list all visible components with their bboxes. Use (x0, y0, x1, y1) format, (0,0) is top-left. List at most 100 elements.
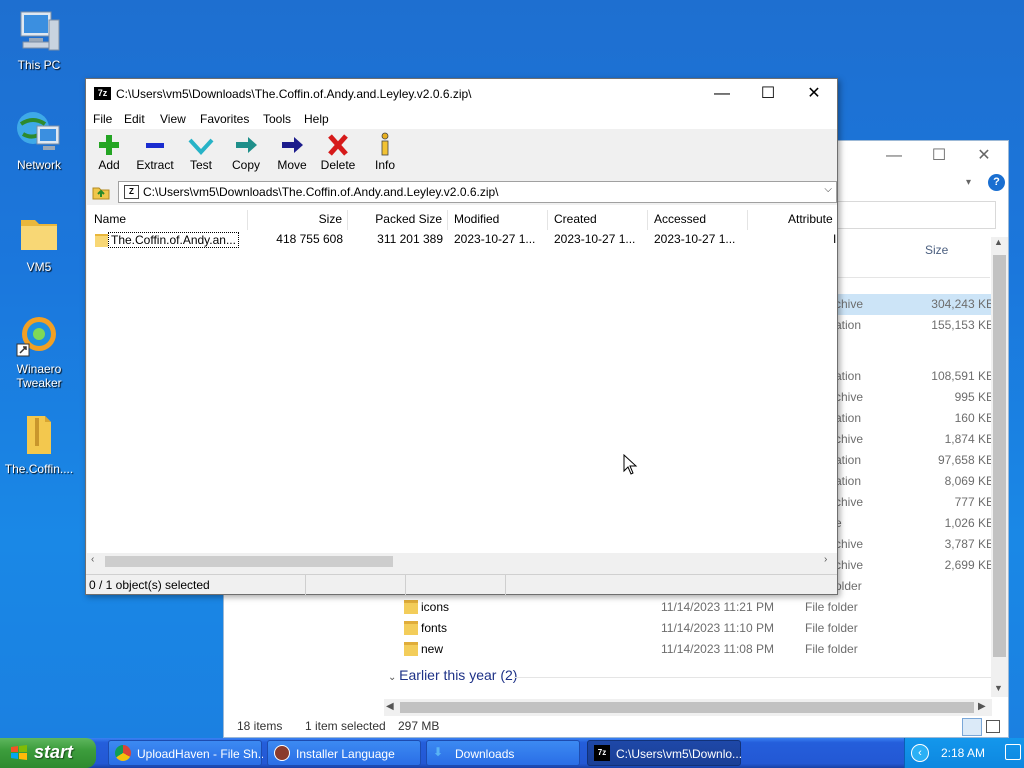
taskbar-button-uploadhaven[interactable]: UploadHaven - File Sh... (108, 740, 263, 766)
winaero-tweaker-icon (15, 312, 63, 360)
clock[interactable]: 2:18 AM (941, 746, 985, 760)
delete-button[interactable]: Delete (320, 132, 356, 172)
scroll-up-icon[interactable]: ▲ (994, 237, 1003, 247)
desktop-icon-winaero-tweaker[interactable]: Winaero Tweaker (0, 312, 78, 390)
add-button[interactable]: Add (94, 132, 124, 172)
large-icons-view-button[interactable] (986, 720, 1000, 733)
scroll-down-icon[interactable]: ▼ (994, 683, 1003, 693)
minimize-button[interactable]: — (699, 79, 745, 109)
extract-button[interactable]: Extract (134, 132, 176, 172)
row-attributes: I (833, 232, 837, 246)
close-button[interactable]: ✕ (969, 145, 999, 167)
status-segment: 0 / 1 object(s) selected (86, 575, 306, 595)
group-divider (514, 677, 994, 678)
group-header-earlier[interactable]: ⌄ Earlier this year (2) (388, 667, 517, 683)
item-size: 155,153 KB (931, 318, 994, 332)
file-list[interactable]: Name Size Packed Size Modified Created A… (87, 205, 837, 570)
item-size: 1,874 KB (944, 432, 994, 446)
folder-icon (95, 234, 108, 247)
desktop-icon-label: This PC (17, 58, 61, 72)
minimize-button[interactable]: — (879, 145, 909, 167)
folder-up-icon[interactable] (92, 184, 110, 200)
menu-favorites[interactable]: Favorites (200, 112, 249, 126)
taskbar-button-downloads[interactable]: ⬇ Downloads (426, 740, 580, 766)
show-hidden-icons-icon[interactable]: ‹ (911, 744, 929, 762)
row-size: 418 755 608 (276, 232, 343, 246)
explorer-vertical-scrollbar[interactable]: ▲ ▼ (991, 237, 1008, 697)
move-button[interactable]: Move (277, 132, 307, 172)
item-size: 8,069 KB (944, 474, 994, 488)
column-header-packed-size[interactable]: Packed Size (348, 210, 448, 230)
this-pc-icon (15, 8, 63, 56)
scroll-right-icon[interactable]: ▶ (978, 701, 986, 712)
column-header-created[interactable]: Created (548, 210, 648, 230)
column-header-accessed[interactable]: Accessed (648, 210, 748, 230)
column-header-size[interactable]: Size (925, 243, 948, 257)
folder-item[interactable]: icons 11/14/2023 11:21 PM File folder (402, 597, 1002, 618)
header-divider (835, 277, 990, 278)
scroll-thumb[interactable] (105, 556, 393, 567)
archive-icon: Z (124, 185, 139, 199)
status-segment (306, 575, 406, 595)
status-selection: 0 / 1 object(s) selected (89, 578, 210, 592)
scroll-thumb[interactable] (400, 702, 974, 713)
explorer-horizontal-scrollbar[interactable]: ◀ ▶ (384, 699, 992, 716)
menu-help[interactable]: Help (304, 112, 329, 126)
status-selected: 1 item selected (305, 719, 386, 733)
path-input[interactable]: Z C:\Users\vm5\Downloads\The.Coffin.of.A… (118, 181, 837, 203)
desktop-icon-this-pc[interactable]: This PC (0, 8, 78, 72)
scroll-right-icon[interactable]: › (824, 554, 827, 565)
copy-icon (231, 132, 261, 158)
status-segment (406, 575, 506, 595)
menu-view[interactable]: View (160, 112, 186, 126)
menu-file[interactable]: File (93, 112, 112, 126)
item-size: 2,699 KB (944, 558, 994, 572)
ribbon-expand-icon[interactable]: ▾ (966, 177, 971, 188)
menu-tools[interactable]: Tools (263, 112, 291, 126)
desktop-icon-label: Network (16, 158, 61, 172)
item-type: chive (835, 558, 864, 572)
7zip-icon: 7z (594, 745, 610, 761)
copy-button[interactable]: Copy (231, 132, 261, 172)
taskbar-button-installer-language[interactable]: Installer Language (267, 740, 421, 766)
start-button[interactable]: start (0, 738, 96, 768)
row-modified: 2023-10-27 1... (454, 232, 536, 246)
close-button[interactable]: ✕ (791, 79, 837, 109)
test-button[interactable]: Test (186, 132, 216, 172)
column-header-modified[interactable]: Modified (448, 210, 548, 230)
item-type: chive (835, 432, 864, 446)
scroll-thumb[interactable] (993, 255, 1006, 657)
horizontal-scrollbar[interactable]: ‹ › (87, 553, 837, 570)
column-header-size[interactable]: Size (248, 210, 348, 230)
scroll-left-icon[interactable]: ‹ (91, 554, 94, 565)
downloads-icon: ⬇ (433, 745, 444, 759)
chevron-down-icon[interactable]: ⌵ (824, 184, 832, 195)
details-view-button[interactable] (962, 718, 982, 736)
row-created: 2023-10-27 1... (554, 232, 636, 246)
taskbar-button-7zip[interactable]: 7z C:\Users\vm5\Downlo... (587, 740, 742, 766)
notification-icon[interactable] (1005, 744, 1021, 760)
folder-item[interactable]: new 11/14/2023 11:08 PM File folder (402, 639, 1002, 660)
menu-edit[interactable]: Edit (124, 112, 145, 126)
maximize-button[interactable]: ☐ (745, 79, 791, 109)
desktop-icon-label: VM5 (26, 260, 52, 274)
desktop-icon-vm5[interactable]: VM5 (0, 210, 78, 274)
column-header-attributes[interactable]: Attribute (748, 210, 837, 230)
column-header-name[interactable]: Name (87, 210, 248, 230)
folder-item[interactable]: fonts 11/14/2023 11:10 PM File folder (402, 618, 1002, 639)
7zip-title-bar[interactable]: 7z C:\Users\vm5\Downloads\The.Coffin.of.… (86, 79, 837, 109)
folder-icon (404, 642, 418, 656)
search-input[interactable] (824, 201, 996, 229)
info-button[interactable]: Info (370, 132, 400, 172)
chevron-down-icon: ⌄ (388, 672, 400, 683)
item-size: 995 KB (954, 390, 994, 404)
7zip-window[interactable]: 7z C:\Users\vm5\Downloads\The.Coffin.of.… (85, 78, 838, 595)
maximize-button[interactable]: ☐ (924, 145, 954, 167)
scroll-left-icon[interactable]: ◀ (386, 701, 394, 712)
help-icon[interactable]: ? (988, 174, 1005, 191)
row-name: The.Coffin.of.Andy.an... (108, 232, 239, 248)
desktop-icon-coffin-zip[interactable]: The.Coffin.... (0, 412, 78, 476)
item-type: chive (835, 537, 864, 551)
folder-date: 11/14/2023 11:10 PM (661, 621, 774, 635)
desktop-icon-network[interactable]: Network (0, 108, 78, 172)
